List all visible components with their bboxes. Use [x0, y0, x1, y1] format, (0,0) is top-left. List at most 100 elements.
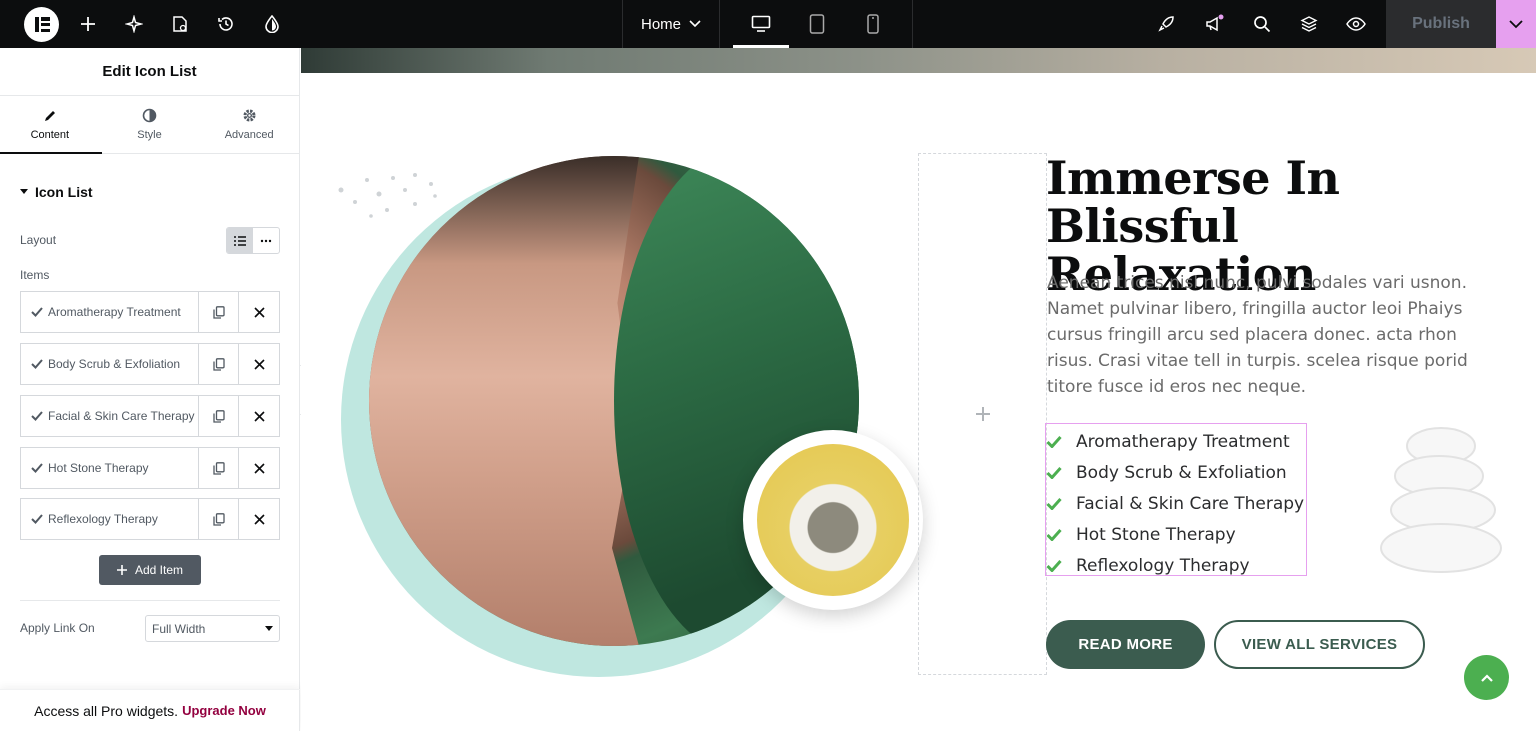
tablet-device-icon[interactable]: [789, 0, 845, 48]
stacked-stones-illustration: [1380, 427, 1502, 573]
notifications-megaphone-icon[interactable]: [1202, 0, 1226, 48]
apply-link-value: Full Width: [152, 621, 206, 636]
close-icon: [253, 358, 265, 370]
repeater-item-label: Body Scrub & Exfoliation: [48, 357, 181, 371]
spa-hero-image[interactable]: [335, 152, 923, 682]
remove-item-button[interactable]: [239, 396, 279, 436]
tab-label: Content: [30, 128, 70, 141]
hero-image-strip: [301, 48, 1536, 73]
check-icon: [31, 307, 43, 317]
plus-icon: [975, 407, 990, 421]
add-element-icon[interactable]: [76, 0, 100, 48]
chevron-down-icon: [689, 20, 701, 28]
caret-down-icon: [265, 626, 273, 631]
list-item-text: Facial & Skin Care Therapy: [1076, 493, 1305, 514]
copy-icon: [212, 512, 225, 526]
active-tab-indicator: [0, 152, 102, 154]
desktop-device-icon[interactable]: [733, 0, 789, 48]
duplicate-item-button[interactable]: [199, 396, 239, 436]
repeater-item-title[interactable]: Facial & Skin Care Therapy: [21, 396, 199, 436]
repeater-item-title[interactable]: Body Scrub & Exfoliation: [21, 344, 199, 384]
apply-link-select[interactable]: Full Width: [145, 615, 280, 642]
icon-list-widget[interactable]: Aromatherapy Treatment Body Scrub & Exfo…: [1045, 423, 1307, 576]
ai-sparkle-icon[interactable]: [122, 0, 146, 48]
close-icon: [253, 513, 265, 525]
list-item-text: Aromatherapy Treatment: [1076, 431, 1290, 452]
repeater-item-label: Facial & Skin Care Therapy: [48, 409, 195, 423]
duplicate-item-button[interactable]: [199, 292, 239, 332]
list-item[interactable]: Body Scrub & Exfoliation: [1046, 457, 1306, 488]
close-icon: [253, 306, 265, 318]
plus-icon: [116, 565, 127, 575]
search-icon[interactable]: [1250, 0, 1274, 48]
repeater-item-title[interactable]: Hot Stone Therapy: [21, 448, 199, 488]
control-divider: [20, 600, 280, 601]
publish-options-button[interactable]: [1496, 0, 1536, 48]
remove-item-button[interactable]: [239, 448, 279, 488]
rocket-icon[interactable]: [1154, 0, 1178, 48]
repeater-item-title[interactable]: Reflexology Therapy: [21, 499, 199, 539]
list-item[interactable]: Aromatherapy Treatment: [1046, 426, 1306, 457]
apply-link-label: Apply Link On: [20, 621, 95, 635]
page-settings-icon[interactable]: [168, 0, 192, 48]
page-selector[interactable]: Home: [622, 0, 720, 48]
caret-down-icon: [20, 189, 28, 194]
check-icon: [31, 514, 43, 524]
tab-style[interactable]: Style: [100, 96, 200, 153]
section-toggle-icon-list[interactable]: Icon List: [20, 184, 93, 200]
editor-panel: Edit Icon List Content Style Advanced Ic…: [0, 48, 300, 731]
copy-icon: [212, 357, 225, 371]
section-title: Icon List: [35, 184, 93, 200]
view-all-services-button[interactable]: VIEW ALL SERVICES: [1214, 620, 1425, 669]
tab-label: Advanced: [224, 129, 274, 141]
items-label: Items: [20, 268, 50, 282]
repeater-item: Aromatherapy Treatment: [20, 291, 280, 333]
empty-column-placeholder[interactable]: [918, 153, 1047, 675]
promo-text: Access all Pro widgets.: [34, 702, 179, 719]
face-mask-thumbnail: [743, 430, 923, 610]
tab-content[interactable]: Content: [0, 96, 100, 153]
duplicate-item-button[interactable]: [199, 448, 239, 488]
duplicate-item-button[interactable]: [199, 344, 239, 384]
layout-inline-button[interactable]: [253, 228, 279, 253]
history-icon[interactable]: [214, 0, 238, 48]
layout-default-button[interactable]: [227, 228, 253, 253]
tab-advanced[interactable]: Advanced: [199, 96, 299, 153]
preview-eye-icon[interactable]: [1344, 0, 1368, 48]
add-item-button[interactable]: Add Item: [99, 555, 201, 585]
panel-title: Edit Icon List: [0, 48, 299, 96]
more-horizontal-icon: [260, 239, 272, 242]
remove-item-button[interactable]: [239, 292, 279, 332]
chevron-down-icon: [1509, 19, 1523, 28]
check-icon: [1046, 497, 1062, 510]
half-circle-icon: [142, 108, 157, 123]
remove-item-button[interactable]: [239, 499, 279, 539]
check-icon: [31, 463, 43, 473]
repeater-item: Reflexology Therapy: [20, 498, 280, 540]
scroll-to-top-button[interactable]: [1464, 655, 1509, 700]
read-more-button[interactable]: READ MORE: [1046, 620, 1205, 669]
close-icon: [253, 462, 265, 474]
list-item[interactable]: Hot Stone Therapy: [1046, 519, 1306, 550]
mobile-device-icon[interactable]: [845, 0, 901, 48]
check-icon: [1046, 528, 1062, 541]
list-item-text: Reflexology Therapy: [1076, 555, 1250, 576]
layout-label: Layout: [20, 233, 57, 247]
tab-label: Style: [137, 129, 162, 141]
structure-layers-icon[interactable]: [1297, 0, 1321, 48]
gear-icon: [243, 109, 256, 122]
list-item[interactable]: Facial & Skin Care Therapy: [1046, 488, 1306, 519]
repeater-item-label: Aromatherapy Treatment: [48, 305, 181, 319]
layout-toggle: [226, 227, 280, 254]
upgrade-now-link[interactable]: Upgrade Now: [182, 703, 266, 718]
repeater-item-label: Hot Stone Therapy: [48, 461, 149, 475]
repeater-item-title[interactable]: Aromatherapy Treatment: [21, 292, 199, 332]
check-icon: [31, 411, 43, 421]
list-item[interactable]: Reflexology Therapy: [1046, 550, 1306, 581]
section-paragraph[interactable]: Aenean trices nisl nunc, pulvi sodales v…: [1047, 270, 1477, 400]
duplicate-item-button[interactable]: [199, 499, 239, 539]
remove-item-button[interactable]: [239, 344, 279, 384]
site-settings-drop-icon[interactable]: [260, 0, 284, 48]
publish-button[interactable]: Publish: [1386, 0, 1496, 48]
elementor-logo-icon[interactable]: [24, 7, 59, 42]
